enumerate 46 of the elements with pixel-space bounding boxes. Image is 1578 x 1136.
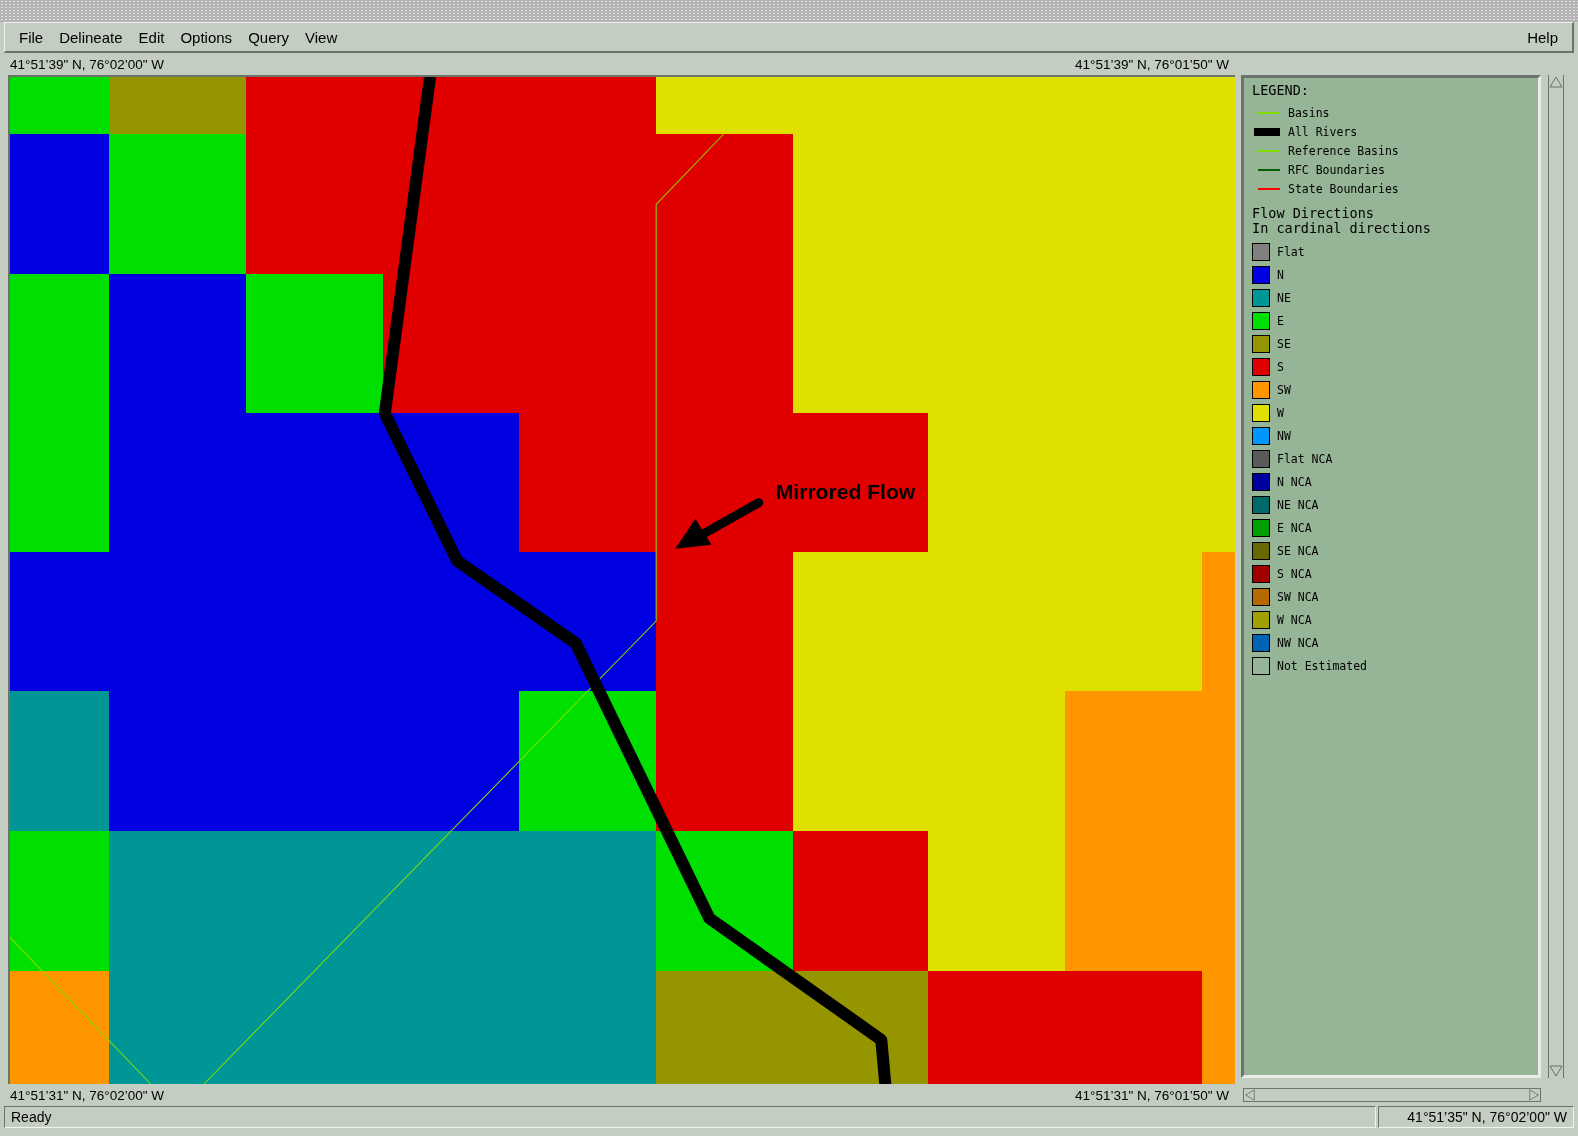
legend-label: SW: [1277, 382, 1291, 397]
horizontal-scrollbar[interactable]: [1243, 1088, 1541, 1102]
legend-label: Basins: [1288, 105, 1330, 120]
legend-title: LEGEND:: [1252, 82, 1309, 98]
legend-label: SW NCA: [1277, 589, 1319, 604]
coordinate-label: 41°51’39" N, 76°02’00" W: [10, 56, 164, 72]
scroll-up-icon[interactable]: [1549, 75, 1563, 89]
menu-item[interactable]: Help: [1519, 26, 1566, 48]
coordinate-label: 41°51’39" N, 76°01’50" W: [1075, 56, 1229, 72]
legend-label: Flat: [1277, 244, 1305, 259]
legend-label: RFC Boundaries: [1288, 162, 1385, 177]
legend-heading: In cardinal directions: [1252, 221, 1431, 236]
status-message: Ready: [4, 1106, 1376, 1128]
coordinate-label: 41°51’31" N, 76°01’50" W: [1075, 1087, 1229, 1103]
menu-item[interactable]: Edit: [130, 26, 173, 48]
legend-label: N NCA: [1277, 474, 1312, 489]
legend-label: Not Estimated: [1277, 658, 1367, 673]
legend-label: Reference Basins: [1288, 143, 1399, 158]
legend-label: E: [1277, 313, 1284, 328]
menu-item[interactable]: Options: [172, 26, 241, 48]
legend-label: NW NCA: [1277, 635, 1319, 650]
legend-label: W: [1277, 405, 1284, 420]
legend-label: State Boundaries: [1288, 181, 1399, 196]
menu-item[interactable]: Delineate: [51, 26, 131, 48]
legend-label: SE: [1277, 336, 1291, 351]
legend-label: Flat NCA: [1277, 451, 1333, 466]
legend-label: E NCA: [1277, 520, 1312, 535]
legend-label: NW: [1277, 428, 1291, 443]
legend-label: SE NCA: [1277, 543, 1319, 558]
legend-label: N: [1277, 267, 1284, 282]
menu-item[interactable]: Query: [240, 26, 297, 48]
legend-label: NE NCA: [1277, 497, 1319, 512]
annotation-label: Mirrored Flow: [775, 479, 916, 503]
legend-heading: Flow Directions: [1252, 206, 1374, 221]
legend-label: S: [1277, 359, 1284, 374]
menu-item[interactable]: File: [11, 26, 52, 48]
legend-label: NE: [1277, 290, 1291, 305]
legend-label: W NCA: [1277, 612, 1312, 627]
scroll-down-icon[interactable]: [1549, 1064, 1563, 1078]
coordinate-label: 41°51’31" N, 76°02’00" W: [10, 1087, 164, 1103]
status-position: 41°51’35" N, 76°02’00" W: [1378, 1106, 1574, 1128]
menu-item[interactable]: View: [297, 26, 346, 48]
legend-label: All Rivers: [1288, 124, 1358, 139]
scroll-left-icon[interactable]: [1244, 1089, 1256, 1101]
legend-label: S NCA: [1277, 566, 1312, 581]
scroll-right-icon[interactable]: [1528, 1089, 1540, 1101]
